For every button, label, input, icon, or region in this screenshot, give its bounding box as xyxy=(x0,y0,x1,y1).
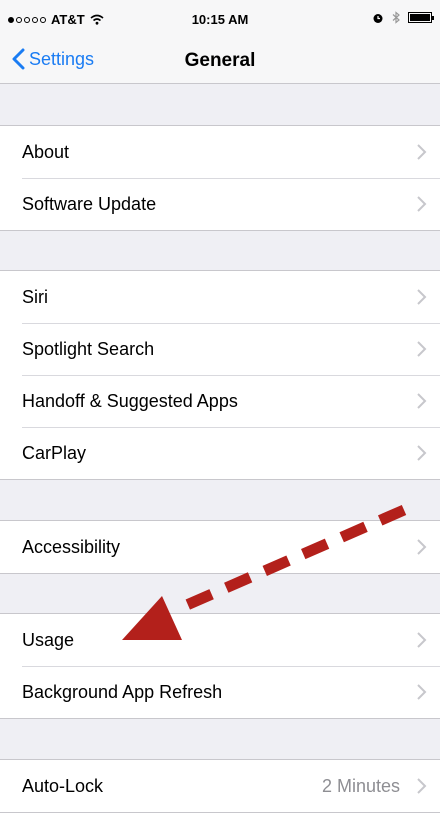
navigation-bar: Settings General xyxy=(0,40,440,84)
chevron-right-icon xyxy=(417,684,427,700)
settings-group-2: Siri Spotlight Search Handoff & Suggeste… xyxy=(0,270,440,480)
row-label: Spotlight Search xyxy=(22,338,155,359)
chevron-right-icon xyxy=(417,778,427,794)
settings-group-1: About Software Update xyxy=(0,125,440,231)
row-label: About xyxy=(22,141,70,162)
settings-group-3: Accessibility xyxy=(0,520,440,574)
row-label: Background App Refresh xyxy=(22,681,223,702)
chevron-right-icon xyxy=(417,289,427,305)
row-label: Siri xyxy=(22,286,48,307)
status-bar: AT&T 10:15 AM xyxy=(0,0,440,40)
battery-icon xyxy=(408,12,434,23)
row-label: Usage xyxy=(22,629,75,650)
page-title: General xyxy=(184,50,256,71)
chevron-right-icon xyxy=(417,341,427,357)
row-about[interactable]: About xyxy=(0,126,440,178)
row-carplay[interactable]: CarPlay xyxy=(0,427,440,479)
row-label: Handoff & Suggested Apps xyxy=(22,390,238,411)
row-label: Auto-Lock xyxy=(22,775,104,796)
status-right xyxy=(372,11,434,24)
settings-group-4: Usage Background App Refresh xyxy=(0,613,440,719)
row-label: Accessibility xyxy=(22,536,121,557)
chevron-right-icon xyxy=(417,632,427,648)
chevron-right-icon xyxy=(417,445,427,461)
row-background-app-refresh[interactable]: Background App Refresh xyxy=(0,666,440,718)
chevron-right-icon xyxy=(417,539,427,555)
row-value: 2 Minutes xyxy=(321,775,400,796)
bluetooth-icon xyxy=(392,11,400,24)
row-handoff-suggested-apps[interactable]: Handoff & Suggested Apps xyxy=(0,375,440,427)
chevron-right-icon xyxy=(417,144,427,160)
row-auto-lock[interactable]: Auto-Lock 2 Minutes xyxy=(0,760,440,812)
row-label: Software Update xyxy=(22,193,157,214)
chevron-right-icon xyxy=(417,196,427,212)
settings-group-5: Auto-Lock 2 Minutes xyxy=(0,759,440,813)
row-label: CarPlay xyxy=(22,442,87,463)
row-software-update[interactable]: Software Update xyxy=(0,178,440,230)
row-accessibility[interactable]: Accessibility xyxy=(0,521,440,573)
row-siri[interactable]: Siri xyxy=(0,271,440,323)
row-usage[interactable]: Usage xyxy=(0,614,440,666)
chevron-right-icon xyxy=(417,393,427,409)
row-spotlight-search[interactable]: Spotlight Search xyxy=(0,323,440,375)
alarm-icon xyxy=(373,13,383,23)
